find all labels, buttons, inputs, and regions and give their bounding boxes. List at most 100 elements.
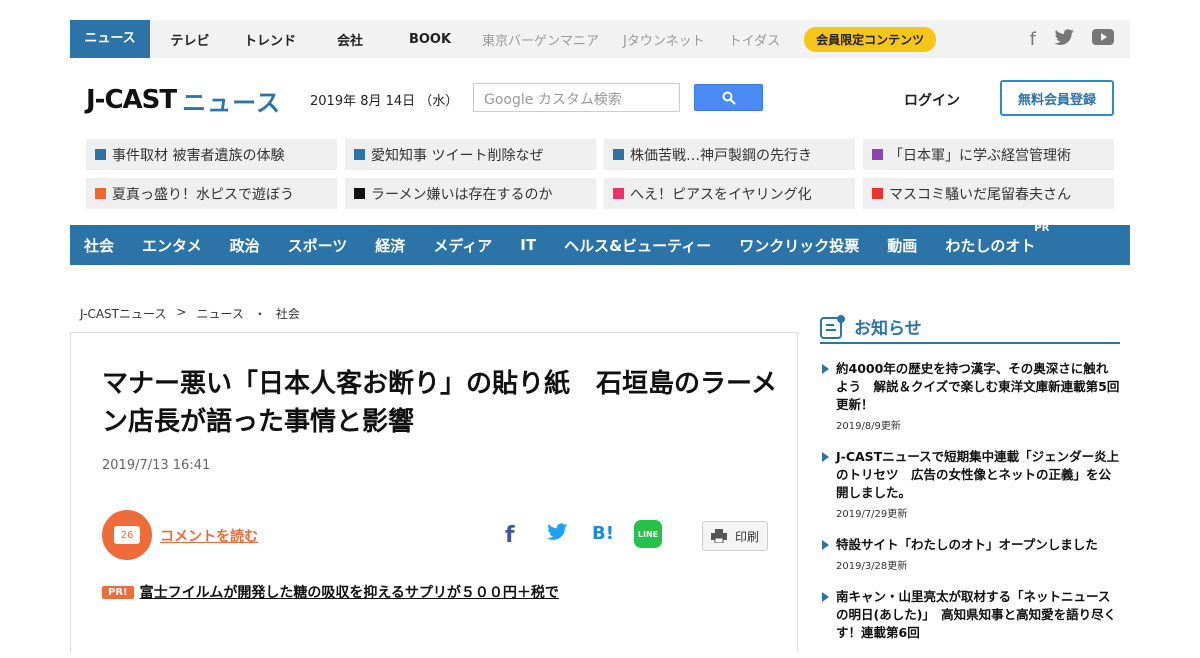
category-label: スポーツ	[287, 236, 348, 255]
arrow-right-icon	[822, 592, 829, 602]
pr-badge: PR!	[102, 585, 134, 599]
comment-count-badge[interactable]: 26	[102, 510, 152, 560]
print-label: 印刷	[734, 529, 759, 544]
top-nav-items: ニュース テレビ トレンド 会社 BOOK 東京バーゲンマニア Jタウンネット トイダス	[70, 20, 792, 58]
print-button[interactable]: 印刷	[702, 521, 768, 551]
category-label: ワンクリック投票	[739, 236, 860, 255]
category-tab[interactable]: メディア	[433, 235, 492, 256]
category-tab[interactable]: スポーツ	[288, 235, 348, 256]
login-link[interactable]: ログイン	[904, 90, 960, 110]
read-comments-link[interactable]: コメントを読む	[160, 526, 258, 546]
search-input[interactable]: Google カスタム検索	[473, 83, 680, 112]
top-nav-item[interactable]: 会社	[310, 30, 390, 49]
category-label: ヘルス&ビューティー	[564, 236, 712, 255]
pr-ad: PR! 富士フイルムが開発した糖の吸収を抑えるサプリが５００円＋税で	[102, 582, 559, 602]
twitter-icon[interactable]	[1054, 28, 1074, 50]
notice-date: 2019/3/28更新	[836, 561, 908, 572]
breadcrumb: J-CASTニュース > ニュース ・ 社会	[80, 305, 300, 322]
category-label: 経済	[375, 236, 406, 255]
top-nav-item[interactable]: トレンド	[230, 30, 310, 49]
notice-header: お知らせ	[820, 311, 1120, 344]
category-tab[interactable]: IT	[520, 236, 536, 254]
topic-link[interactable]: へえ！ピアスをイヤリング化	[604, 178, 855, 209]
notice-link[interactable]: 南キャン・山里亮太が取材する「ネットニュースの明日(あした)」 高知県知事と高知…	[836, 588, 1120, 642]
breadcrumb-section[interactable]: ニュース	[196, 305, 243, 322]
member-content-badge[interactable]: 会員限定コンテンツ	[804, 26, 937, 52]
topic-color-marker	[95, 149, 106, 160]
category-label: 政治	[229, 236, 260, 255]
topic-label: 事件取材 被害者遺族の体験	[112, 147, 285, 164]
breadcrumb-separator: ・	[253, 307, 266, 321]
category-label: メディア	[433, 236, 493, 255]
topic-label: ラーメン嫌いは存在するのか	[371, 186, 553, 203]
topic-link[interactable]: ラーメン嫌いは存在するのか	[345, 178, 596, 209]
facebook-icon[interactable]: f	[1030, 29, 1036, 50]
search-icon	[722, 91, 736, 105]
register-button[interactable]: 無料会員登録	[1000, 80, 1114, 116]
top-nav-item[interactable]: ニュース	[70, 20, 150, 58]
category-tab[interactable]: ヘルス&ビューティー	[564, 235, 711, 256]
arrow-right-icon	[822, 452, 829, 462]
notice-link[interactable]: 特設サイト「わたしのオト」オープンしました	[836, 536, 1120, 554]
arrow-right-icon	[822, 364, 829, 374]
top-nav-item[interactable]: 東京バーゲンマニア	[470, 30, 611, 49]
topic-label: 株価苦戦…神戸製鋼の先行き	[630, 147, 812, 164]
article-headline: マナー悪い「日本人客お断り」の貼り紙 石垣島のラーメン店長が語った事情と影響	[102, 369, 777, 437]
notice-item: J-CASTニュースで短期集中連載「ジェンダー炎上のトリセツ 広告の女性像とネッ…	[820, 448, 1120, 520]
category-label: IT	[520, 236, 537, 254]
category-tab[interactable]: ワンクリック投票	[739, 235, 859, 256]
category-label: 社会	[84, 236, 115, 255]
category-tab[interactable]: 経済	[375, 235, 405, 256]
topic-color-marker	[872, 149, 883, 160]
top-nav-item[interactable]: Jタウンネット	[611, 30, 717, 49]
notice-title: お知らせ	[854, 319, 922, 339]
hatena-bookmark-icon[interactable]: B!	[592, 523, 614, 544]
arrow-right-icon	[822, 540, 829, 550]
topic-color-marker	[613, 149, 624, 160]
top-nav: ニュース テレビ トレンド 会社 BOOK 東京バーゲンマニア Jタウンネット トイダス 会員…	[70, 20, 1130, 58]
logo-news: ニュース	[182, 88, 281, 117]
notice-date: 2019/7/29更新	[836, 509, 908, 520]
top-nav-item[interactable]: BOOK	[390, 32, 470, 47]
pr-link[interactable]: 富士フイルムが開発した糖の吸収を抑えるサプリが５００円＋税で	[140, 582, 559, 602]
topic-color-marker	[354, 149, 365, 160]
topic-link[interactable]: 愛知知事 ツイート削除なぜ	[345, 139, 596, 170]
category-tab[interactable]: 動画	[887, 235, 917, 256]
category-tab[interactable]: 政治	[230, 235, 260, 256]
article-card: マナー悪い「日本人客お断り」の貼り紙 石垣島のラーメン店長が語った事情と影響 2…	[70, 332, 798, 652]
breadcrumb-home[interactable]: J-CASTニュース	[80, 305, 166, 322]
category-tab[interactable]: わたしのオト PR	[945, 223, 1049, 256]
search-button[interactable]	[694, 84, 763, 111]
topic-link[interactable]: 事件取材 被害者遺族の体験	[86, 139, 337, 170]
pr-tag: PR	[1034, 222, 1050, 234]
printer-icon	[710, 529, 727, 543]
youtube-icon[interactable]	[1092, 28, 1114, 50]
site-logo[interactable]: J-CAST ニュース	[86, 80, 281, 120]
category-tab[interactable]: 社会	[84, 235, 114, 256]
topic-color-marker	[354, 188, 365, 199]
current-date: 2019年 8月 14日 （水）	[310, 94, 459, 109]
line-share-icon[interactable]: LINE	[634, 520, 662, 548]
breadcrumb-separator: >	[176, 305, 187, 319]
twitter-share-icon[interactable]	[547, 523, 567, 544]
category-tab[interactable]: エンタメ	[142, 235, 202, 256]
breadcrumb-category[interactable]: 社会	[276, 305, 300, 322]
top-nav-item[interactable]: トイダス	[717, 30, 792, 49]
topic-link[interactable]: 夏真っ盛り！水ピスで遊ぼう	[86, 178, 337, 209]
notice-date: 2019/8/9更新	[836, 421, 901, 432]
topic-label: マスコミ騒いだ尾留春夫さん	[889, 186, 1071, 203]
topic-grid: 事件取材 被害者遺族の体験 愛知知事 ツイート削除なぜ 株価苦戦…神戸製鋼の先行き 「…	[86, 139, 1116, 209]
facebook-share-icon[interactable]: f	[505, 523, 515, 548]
notice-link[interactable]: J-CASTニュースで短期集中連載「ジェンダー炎上のトリセツ 広告の女性像とネッ…	[836, 448, 1120, 502]
logo-jcast: J-CAST	[86, 85, 177, 115]
topic-label: 「日本軍」に学ぶ経営管理術	[889, 147, 1071, 164]
social-links: f	[1030, 28, 1130, 50]
notice-link[interactable]: 約4000年の歴史を持つ漢字、その奥深さに触れよう 解説＆クイズで楽しむ東洋文庫…	[836, 360, 1120, 414]
top-nav-item[interactable]: テレビ	[150, 30, 230, 49]
notice-item: 南キャン・山里亮太が取材する「ネットニュースの明日(あした)」 高知県知事と高知…	[820, 588, 1120, 642]
topic-link[interactable]: マスコミ騒いだ尾留春夫さん	[863, 178, 1114, 209]
notice-item: 約4000年の歴史を持つ漢字、その奥深さに触れよう 解説＆クイズで楽しむ東洋文庫…	[820, 360, 1120, 432]
category-nav: 社会 エンタメ 政治 スポーツ 経済 メディア IT ヘルス&ビューティー ワンクリック投票 動画…	[70, 223, 1130, 265]
topic-link[interactable]: 株価苦戦…神戸製鋼の先行き	[604, 139, 855, 170]
topic-link[interactable]: 「日本軍」に学ぶ経営管理術	[863, 139, 1114, 170]
